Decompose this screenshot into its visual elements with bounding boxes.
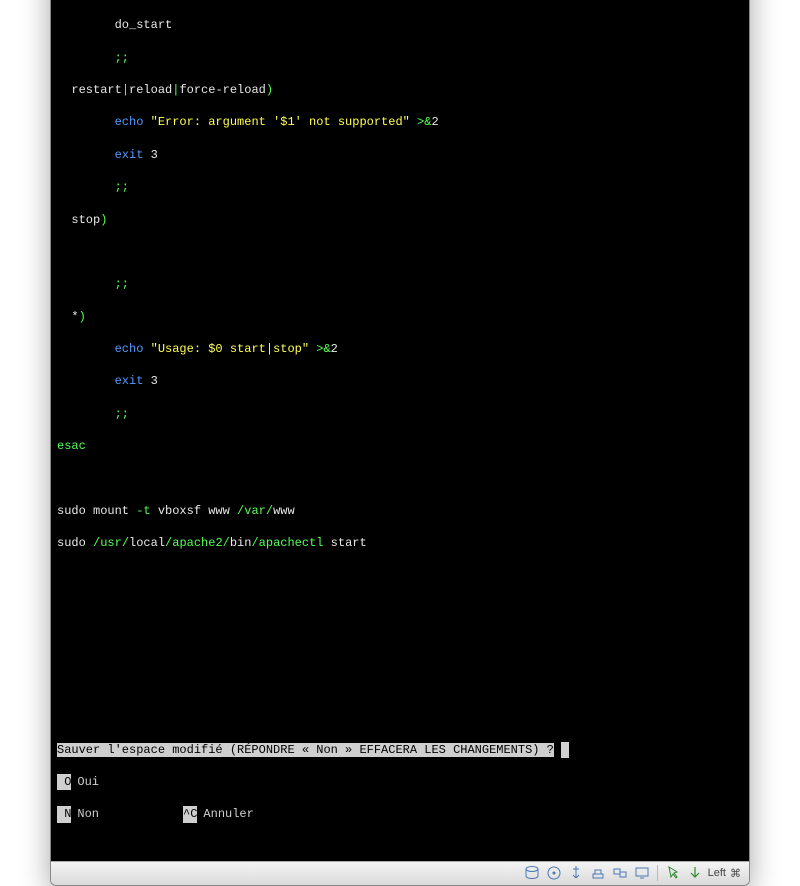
code-line: ;;: [57, 276, 743, 292]
code-line: [57, 244, 743, 260]
code-line: exit 3: [57, 373, 743, 389]
key-cancel: ^C: [183, 806, 197, 822]
key-no: N: [57, 806, 71, 822]
code-line: ;;: [57, 406, 743, 422]
separator: [657, 865, 658, 881]
code-line: stop): [57, 212, 743, 228]
shortcut-row-1: O Oui: [57, 774, 743, 790]
code-line: do_start: [57, 17, 743, 33]
label-yes: Oui: [77, 774, 99, 790]
code-line: ;;: [57, 179, 743, 195]
usb-icon[interactable]: [567, 864, 585, 882]
code-line: sudo /usr/local/apache2/bin/apachectl st…: [57, 535, 743, 551]
code-line: esac: [57, 438, 743, 454]
save-prompt: Sauver l'espace modifié (RÉPONDRE « Non …: [57, 742, 743, 758]
keyboard-capture-icon[interactable]: [686, 864, 704, 882]
code-line: start): [57, 0, 743, 1]
vm-statusbar: Left ⌘: [51, 861, 749, 885]
terminal-area[interactable]: GNU nano 2.2.6 Fichier : /etc/init.d/rc.…: [51, 0, 749, 861]
label-no: Non: [77, 806, 99, 822]
code-line: echo "Usage: $0 start|stop" >&2: [57, 341, 743, 357]
shortcut-no[interactable]: N Non: [57, 806, 99, 822]
hard-disk-icon[interactable]: [523, 864, 541, 882]
code-line: echo "Error: argument '$1' not supported…: [57, 114, 743, 130]
code-line: sudo mount -t vboxsf www /var/www: [57, 503, 743, 519]
code-line: ;;: [57, 50, 743, 66]
shortcut-yes[interactable]: O Oui: [57, 774, 99, 790]
shortcut-row-2: N Non ^C Annuler: [57, 806, 743, 822]
code-line: restart|reload|force-reload): [57, 82, 743, 98]
code-line: exit 3: [57, 147, 743, 163]
host-key-label: Left: [708, 867, 726, 879]
vm-window: Ubuntu Server 12.04 LTS [Running] GNU na…: [50, 0, 750, 886]
shortcut-cancel[interactable]: ^C Annuler: [183, 806, 254, 822]
prompt-text: Sauver l'espace modifié (RÉPONDRE « Non …: [57, 743, 554, 757]
shared-folders-icon[interactable]: [611, 864, 629, 882]
mouse-integration-icon[interactable]: [664, 864, 682, 882]
cursor-icon: [561, 742, 569, 758]
editor-content[interactable]: fi } case "$1" in start) do_start ;; res…: [57, 0, 743, 855]
display-icon[interactable]: [633, 864, 651, 882]
code-line: *): [57, 309, 743, 325]
code-line: [57, 471, 743, 487]
key-yes: O: [57, 774, 71, 790]
host-key-symbol: ⌘: [730, 867, 741, 880]
network-icon[interactable]: [589, 864, 607, 882]
optical-disk-icon[interactable]: [545, 864, 563, 882]
label-cancel: Annuler: [203, 806, 253, 822]
